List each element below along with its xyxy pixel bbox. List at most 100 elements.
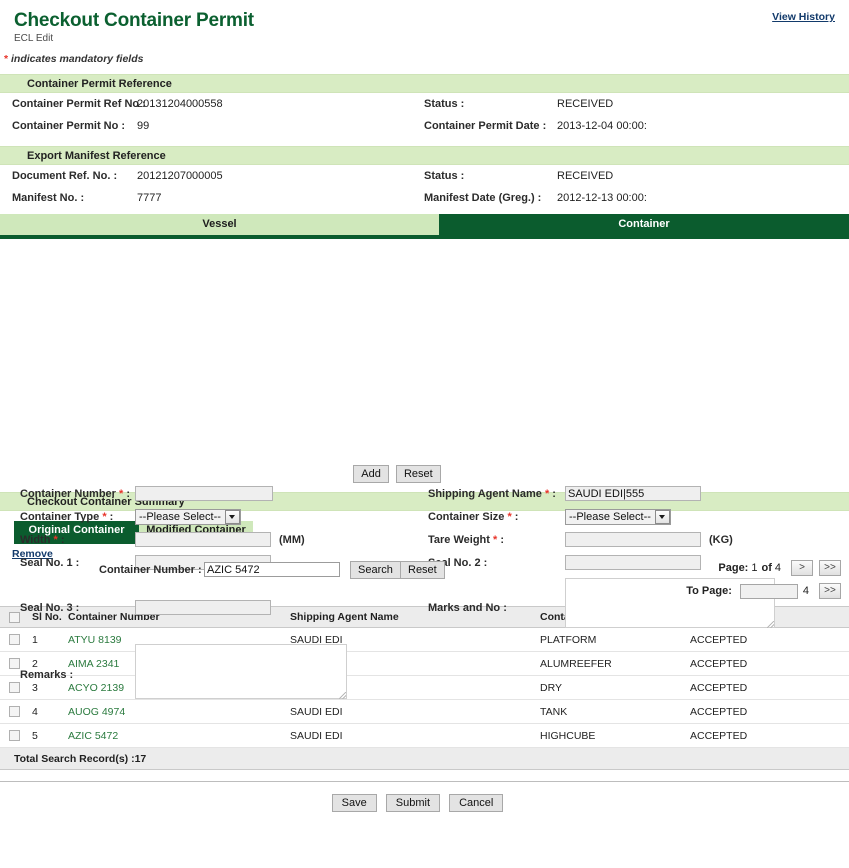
cell-status: ACCEPTED: [684, 724, 849, 748]
search-container-number-label: Container Number :: [99, 564, 202, 576]
cell-shipping-agent-name: SAUDI EDI: [284, 700, 534, 724]
cell-container-type: DRY: [534, 676, 684, 700]
cell-container-type: TANK: [534, 700, 684, 724]
section-export-manifest-reference: Export Manifest Reference: [0, 146, 849, 165]
permit-no-label: Container Permit No :: [12, 120, 137, 132]
total-search-records: Total Search Record(s) :17: [0, 748, 849, 770]
row-checkbox[interactable]: [9, 706, 20, 717]
mandatory-fields-note: * indicates mandatory fields: [4, 53, 849, 65]
summary-search-and-pager: Container Number : Search Reset Page: 1 …: [0, 560, 849, 606]
checkout-container-permit-page: Checkout Container Permit ECL Edit View …: [0, 0, 849, 868]
row-checkbox[interactable]: [9, 634, 20, 645]
search-button[interactable]: Search: [350, 561, 401, 579]
view-history-link[interactable]: View History: [772, 11, 835, 23]
table-row: 5 AZIC 5472 SAUDI EDI HIGHCUBE ACCEPTED: [0, 724, 849, 748]
cell-status: ACCEPTED: [684, 652, 849, 676]
tare-weight-input[interactable]: [565, 532, 701, 547]
cell-sl-no: 1: [26, 628, 62, 652]
reset-button[interactable]: Reset: [396, 465, 441, 483]
footer-divider: [0, 781, 849, 782]
pager-row-to-page: To Page: 4 >>: [686, 583, 841, 599]
chevron-down-icon: [225, 510, 240, 524]
permit-status-label: Status :: [424, 98, 557, 110]
document-ref-no-label: Document Ref. No. :: [12, 170, 137, 182]
container-size-label: Container Size * :: [428, 511, 518, 523]
cell-sl-no: 4: [26, 700, 62, 724]
manifest-date-label: Manifest Date (Greg.) :: [424, 192, 557, 204]
tab-vessel[interactable]: Vessel: [0, 214, 439, 235]
page-subtitle: ECL Edit: [14, 33, 849, 44]
container-number-link[interactable]: AZIC 5472: [68, 730, 118, 742]
add-button[interactable]: Add: [353, 465, 389, 483]
page-total: 4: [775, 562, 781, 574]
container-number-link[interactable]: AIMA 2341: [68, 658, 119, 670]
row-select-cell: [0, 700, 26, 724]
document-ref-no-value: 20121207000005: [137, 170, 223, 182]
row-select-cell: [0, 724, 26, 748]
cancel-button[interactable]: Cancel: [449, 794, 503, 812]
search-reset-button[interactable]: Reset: [400, 561, 445, 579]
row-checkbox[interactable]: [9, 682, 20, 693]
permit-ref-no-value: 20131204000558: [137, 98, 223, 110]
container-number-link[interactable]: ACYO 2139: [68, 682, 124, 694]
manifest-no-value: 7777: [137, 192, 161, 204]
permit-status-value: RECEIVED: [557, 98, 613, 110]
container-type-select[interactable]: --Please Select--: [135, 509, 241, 525]
tare-weight-label: Tare Weight * :: [428, 534, 504, 546]
form-action-buttons: Add Reset: [0, 465, 849, 483]
permit-date-value: 2013-12-04 00:00:: [557, 120, 647, 132]
container-number-input[interactable]: [135, 486, 273, 501]
next-page-button[interactable]: >: [791, 560, 813, 576]
row-checkbox[interactable]: [9, 730, 20, 741]
page-of-label: of: [761, 562, 771, 574]
container-number-link[interactable]: AUOG 4974: [68, 706, 125, 718]
cell-status: ACCEPTED: [684, 700, 849, 724]
section-container-permit-reference: Container Permit Reference: [0, 74, 849, 93]
container-type-label: Container Type * :: [20, 511, 113, 523]
cell-shipping-agent-name: SAUDI EDI: [284, 724, 534, 748]
footer-action-buttons: Save Submit Cancel: [0, 794, 849, 812]
cell-container-type: HIGHCUBE: [534, 724, 684, 748]
search-container-number-input[interactable]: [204, 562, 340, 577]
table-row: 3 ACYO 2139 SAUDI EDI DRY ACCEPTED: [0, 676, 849, 700]
table-row: 1 ATYU 8139 SAUDI EDI PLATFORM ACCEPTED: [0, 628, 849, 652]
cell-sl-no: 5: [26, 724, 62, 748]
mandatory-note-text: indicates mandatory fields: [11, 53, 143, 65]
shipping-agent-name-label: Shipping Agent Name * :: [428, 488, 556, 500]
manifest-row-1: Document Ref. No. : 20121207000005 Statu…: [0, 165, 849, 187]
pager-row-page: Page: 1 of 4 > >>: [718, 560, 841, 576]
table-row: 2 AIMA 2341 SAUDI EDI ALUMREEFER ACCEPTE…: [0, 652, 849, 676]
container-number-label: Container Number * :: [20, 488, 130, 500]
permit-date-label: Container Permit Date :: [424, 120, 557, 132]
tab-container[interactable]: Container: [439, 214, 849, 235]
go-to-page-button[interactable]: >>: [819, 583, 841, 599]
permit-ref-row-2: Container Permit No : 99 Container Permi…: [0, 115, 849, 137]
submit-button[interactable]: Submit: [386, 794, 440, 812]
cell-status: ACCEPTED: [684, 676, 849, 700]
width-unit-label: (MM): [279, 534, 305, 546]
width-input[interactable]: [135, 532, 271, 547]
permit-no-value: 99: [137, 120, 149, 132]
manifest-no-label: Manifest No. :: [12, 192, 137, 204]
select-all-checkbox[interactable]: [9, 612, 20, 623]
last-page-button[interactable]: >>: [819, 560, 841, 576]
row-select-cell: [0, 628, 26, 652]
container-number-link[interactable]: ATYU 8139: [68, 634, 122, 646]
manifest-row-2: Manifest No. : 7777 Manifest Date (Greg.…: [0, 187, 849, 209]
container-size-select[interactable]: --Please Select--: [565, 509, 671, 525]
save-button[interactable]: Save: [332, 794, 377, 812]
to-page-label: To Page:: [686, 585, 732, 597]
row-checkbox[interactable]: [9, 658, 20, 669]
container-size-selected-value: --Please Select--: [569, 511, 651, 523]
vessel-container-tabs: Vessel Container: [0, 214, 849, 239]
remarks-textarea[interactable]: [135, 644, 347, 699]
page-current: 1: [751, 562, 757, 574]
manifest-status-label: Status :: [424, 170, 557, 182]
to-page-input[interactable]: [740, 584, 798, 599]
permit-ref-no-label: Container Permit Ref No :: [12, 98, 137, 110]
cell-container-type: ALUMREEFER: [534, 652, 684, 676]
shipping-agent-name-input[interactable]: [565, 486, 701, 501]
page-title: Checkout Container Permit: [14, 10, 849, 32]
permit-reference-details: Container Permit Ref No : 20131204000558…: [0, 93, 849, 137]
width-label: Width * :: [20, 534, 65, 546]
